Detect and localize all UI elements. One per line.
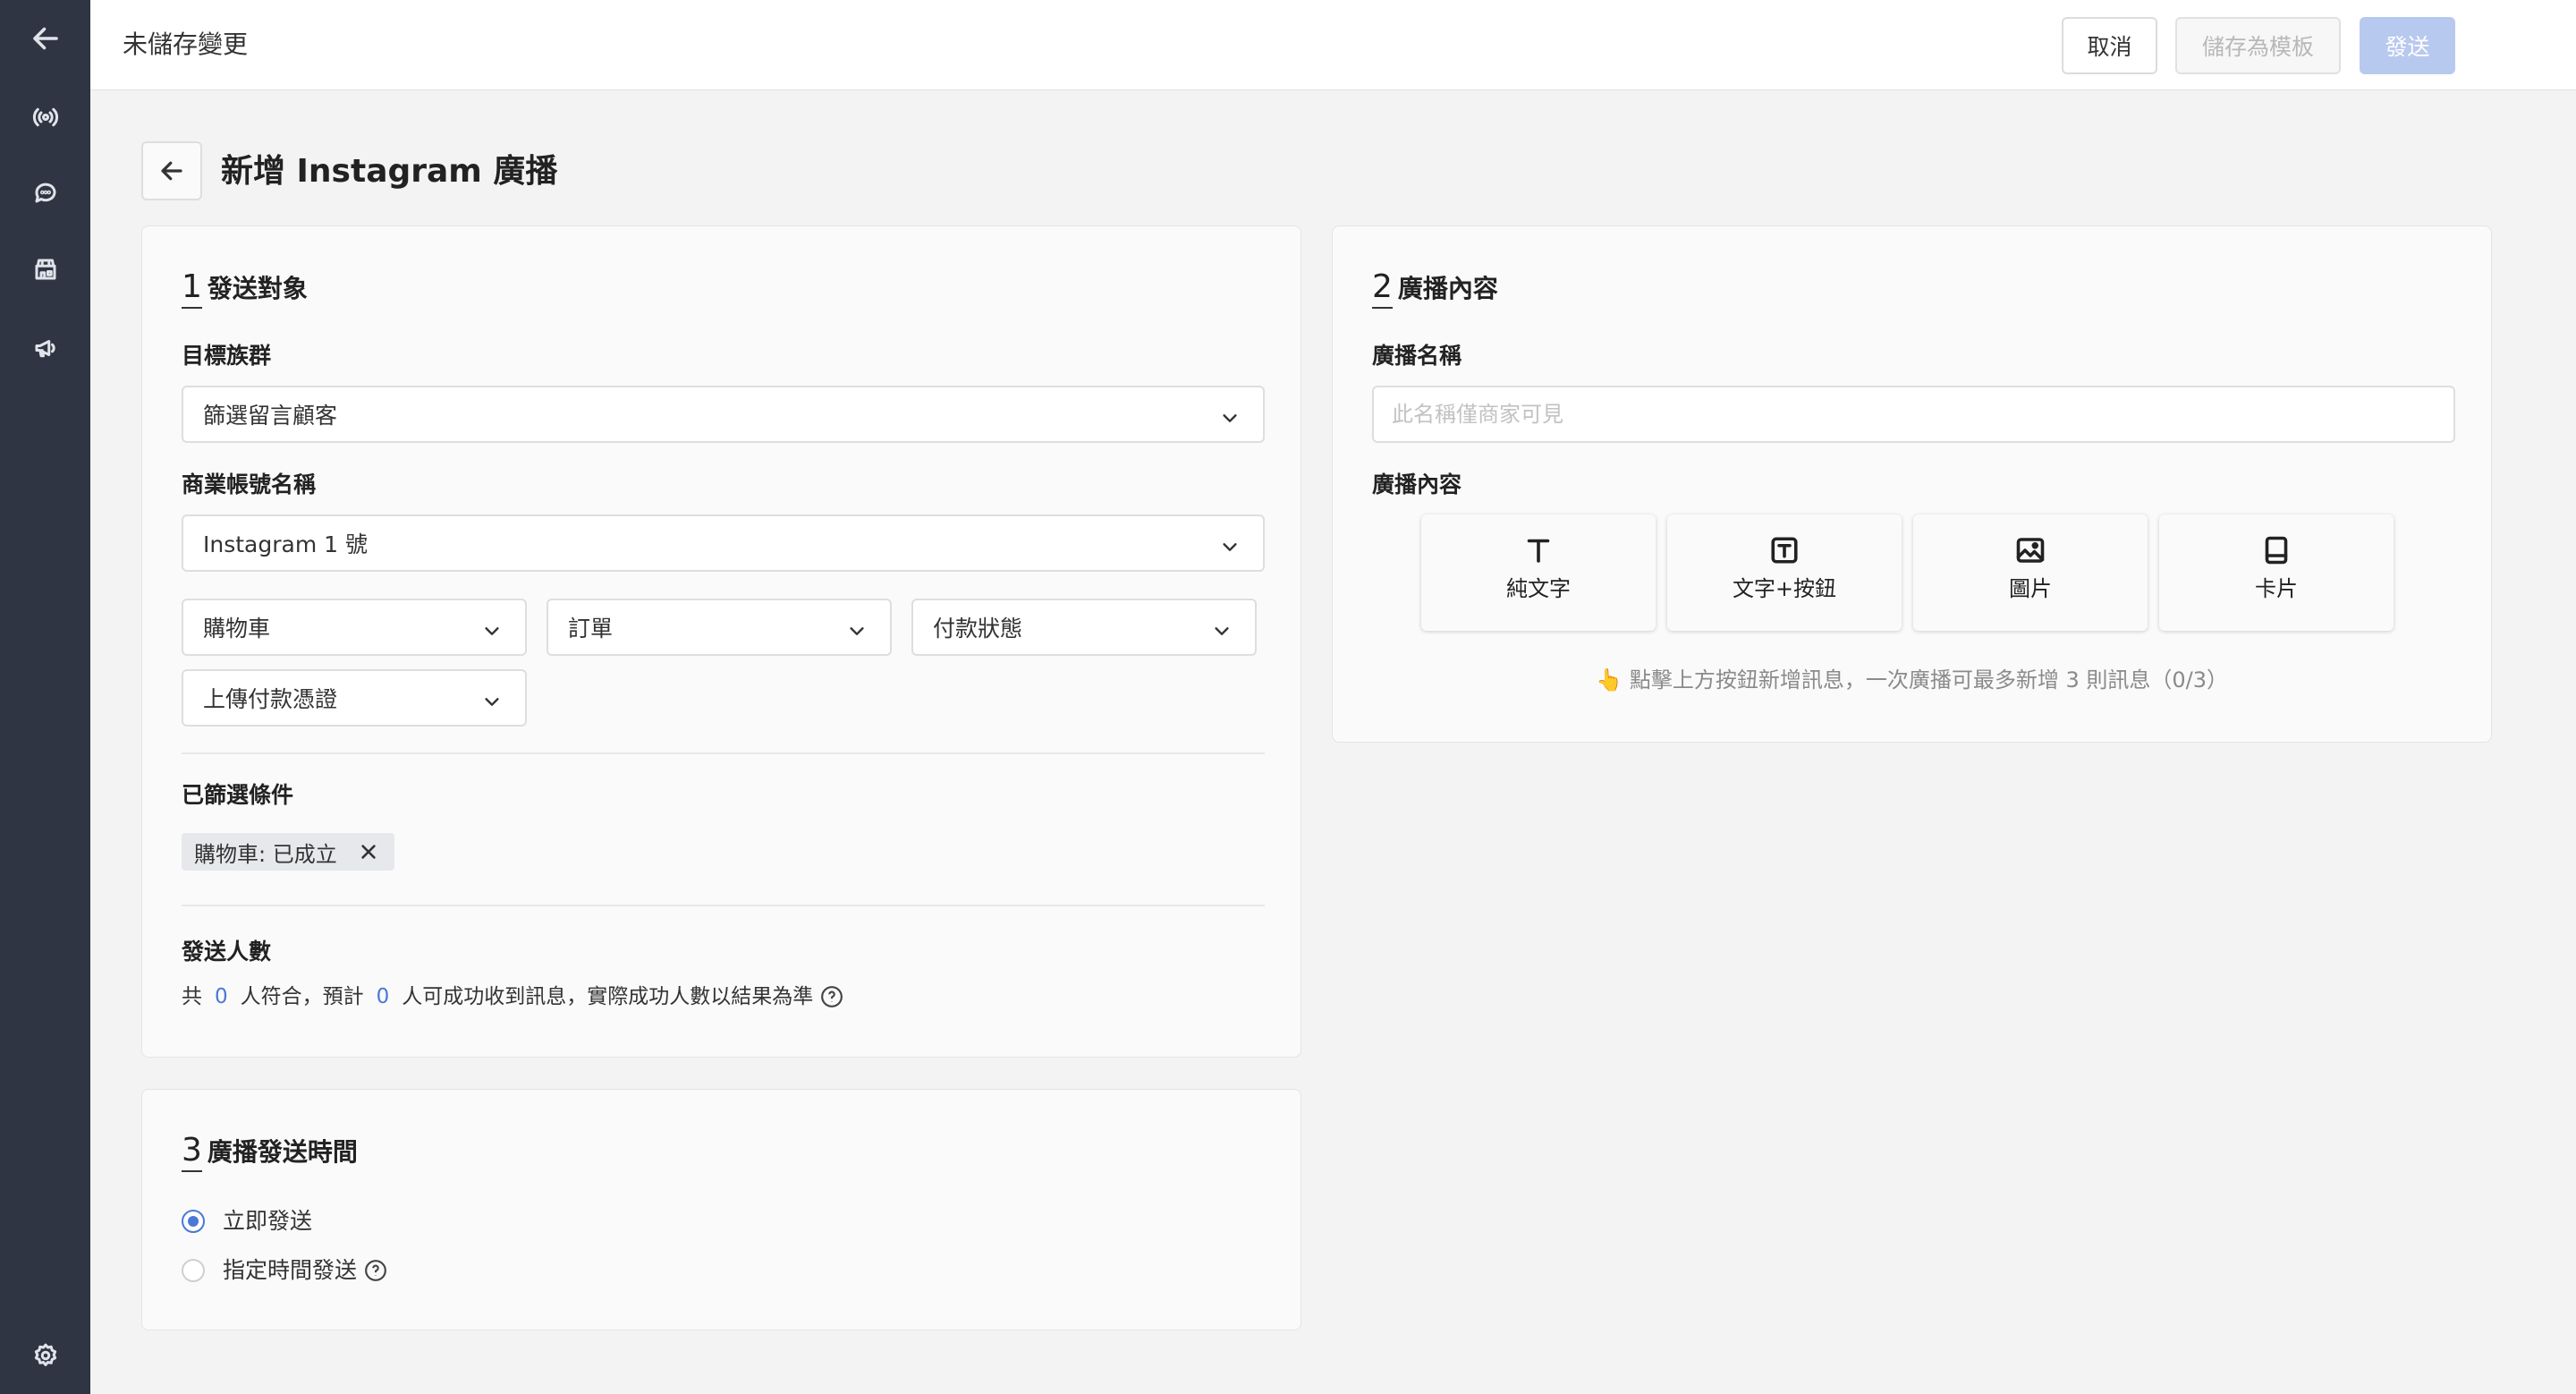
add-card-button[interactable]: 卡片 bbox=[2159, 514, 2394, 631]
broadcast-content-label: 廣播內容 bbox=[1372, 472, 1462, 497]
filter-order-select[interactable]: 訂單 bbox=[547, 599, 892, 656]
section-number: 3 bbox=[182, 1133, 202, 1172]
unsaved-changes-title: 未儲存變更 bbox=[123, 30, 249, 59]
chevron-down-icon bbox=[1212, 620, 1232, 640]
broadcast-name-input[interactable] bbox=[1372, 386, 2455, 443]
text-icon bbox=[1522, 534, 1555, 566]
add-text-button-button[interactable]: 文字+按鈕 bbox=[1667, 514, 1902, 631]
broadcast-name-label: 廣播名稱 bbox=[1372, 343, 1462, 369]
expected-count: 0 bbox=[376, 985, 390, 1008]
business-account-label: 商業帳號名稱 bbox=[182, 472, 317, 497]
section-number: 2 bbox=[1372, 269, 1393, 309]
section-3-title: 3 廣播發送時間 bbox=[182, 1133, 358, 1172]
count-suffix: 人可成功收到訊息，實際成功人數以結果為準 bbox=[402, 985, 814, 1008]
filter-tag: 購物車: 已成立 bbox=[182, 833, 394, 871]
content-type-label: 純文字 bbox=[1506, 576, 1571, 601]
business-account-value: Instagram 1 號 bbox=[203, 531, 368, 557]
chevron-down-icon bbox=[1220, 536, 1240, 556]
radio-unselected[interactable] bbox=[182, 1259, 205, 1282]
chevron-down-icon bbox=[1220, 407, 1240, 427]
count-mid: 人符合，預計 bbox=[240, 985, 364, 1008]
card-icon bbox=[2260, 534, 2292, 566]
filter-label: 付款狀態 bbox=[933, 616, 1023, 642]
help-icon[interactable] bbox=[364, 1259, 387, 1282]
section-label: 發送對象 bbox=[207, 274, 308, 303]
cancel-button[interactable]: 取消 bbox=[2062, 17, 2157, 74]
sidebar-broadcast-icon[interactable] bbox=[0, 86, 90, 149]
scheduled-send-label: 指定時間發送 bbox=[223, 1257, 358, 1283]
matched-count: 0 bbox=[215, 985, 228, 1008]
filter-label: 購物車 bbox=[203, 616, 271, 642]
content-type-label: 圖片 bbox=[2009, 576, 2052, 601]
recipient-count-label: 發送人數 bbox=[182, 939, 272, 965]
section-label: 廣播內容 bbox=[1397, 274, 1498, 303]
filter-label: 上傳付款憑證 bbox=[203, 686, 338, 712]
recipients-card: 1 發送對象 目標族群 篩選留言顧客 商業帳號名稱 Instagram 1 號 … bbox=[141, 225, 1301, 1058]
add-message-hint: 👆 點擊上方按鈕新增訊息，一次廣播可最多新增 3 則訊息（0/3） bbox=[1333, 665, 2491, 695]
selected-conditions-label: 已篩選條件 bbox=[182, 782, 294, 808]
filter-payment-status-select[interactable]: 付款狀態 bbox=[911, 599, 1257, 656]
target-group-label: 目標族群 bbox=[182, 343, 272, 369]
broadcast-icon bbox=[32, 107, 58, 127]
chat-icon bbox=[34, 183, 55, 203]
shop-icon bbox=[35, 259, 55, 280]
target-group-value: 篩選留言顧客 bbox=[203, 403, 338, 429]
add-image-button[interactable]: 圖片 bbox=[1913, 514, 2148, 631]
filter-label: 訂單 bbox=[568, 616, 614, 642]
recipient-count-text: 共 0 人符合，預計 0 人可成功收到訊息，實際成功人數以結果為準 bbox=[182, 982, 843, 1012]
help-icon[interactable] bbox=[820, 985, 843, 1008]
chevron-down-icon bbox=[482, 691, 502, 710]
divider bbox=[182, 752, 1265, 754]
section-number: 1 bbox=[182, 269, 202, 309]
send-now-option[interactable]: 立即發送 bbox=[182, 1206, 312, 1237]
close-icon[interactable] bbox=[359, 842, 378, 862]
filter-tag-label: 購物車: 已成立 bbox=[194, 841, 337, 867]
target-group-select[interactable]: 篩選留言顧客 bbox=[182, 386, 1265, 443]
chevron-down-icon bbox=[482, 620, 502, 640]
image-icon bbox=[2014, 534, 2046, 566]
chevron-down-icon bbox=[847, 620, 867, 640]
filter-payment-proof-select[interactable]: 上傳付款憑證 bbox=[182, 669, 527, 727]
send-time-card: 3 廣播發送時間 立即發送 指定時間發送 bbox=[141, 1089, 1301, 1330]
filter-cart-select[interactable]: 購物車 bbox=[182, 599, 527, 656]
arrow-left-icon bbox=[161, 161, 182, 181]
page-back-button[interactable] bbox=[141, 141, 202, 200]
hint-text: 點擊上方按鈕新增訊息，一次廣播可最多新增 3 則訊息（0/3） bbox=[1629, 667, 2229, 693]
pointing-hand-icon: 👆 bbox=[1595, 667, 1623, 693]
content-type-label: 卡片 bbox=[2255, 576, 2298, 601]
sidebar bbox=[0, 0, 90, 1394]
divider bbox=[182, 905, 1265, 906]
section-2-title: 2 廣播內容 bbox=[1372, 269, 1498, 309]
settings-gear-icon bbox=[34, 1343, 56, 1366]
page-title: 新增 Instagram 廣播 bbox=[221, 153, 558, 190]
megaphone-icon bbox=[35, 340, 55, 358]
text-box-icon bbox=[1768, 534, 1801, 566]
content-type-label: 文字+按鈕 bbox=[1732, 576, 1837, 601]
add-plain-text-button[interactable]: 純文字 bbox=[1421, 514, 1656, 631]
count-prefix: 共 bbox=[182, 985, 202, 1008]
scheduled-send-option[interactable]: 指定時間發送 bbox=[182, 1255, 387, 1286]
sidebar-shop-icon[interactable] bbox=[0, 238, 90, 301]
send-button[interactable]: 發送 bbox=[2360, 17, 2455, 74]
send-now-label: 立即發送 bbox=[223, 1208, 313, 1234]
save-as-template-button[interactable]: 儲存為模板 bbox=[2175, 17, 2341, 74]
section-label: 廣播發送時間 bbox=[207, 1137, 358, 1167]
sidebar-chat-icon[interactable] bbox=[0, 161, 90, 224]
arrow-left-icon bbox=[32, 27, 58, 50]
sidebar-back-icon[interactable] bbox=[0, 7, 90, 70]
business-account-select[interactable]: Instagram 1 號 bbox=[182, 514, 1265, 572]
sidebar-megaphone-icon[interactable] bbox=[0, 317, 90, 379]
sidebar-settings-icon[interactable] bbox=[0, 1324, 90, 1387]
radio-selected[interactable] bbox=[182, 1210, 205, 1233]
section-1-title: 1 發送對象 bbox=[182, 269, 308, 309]
content-card: 2 廣播內容 廣播名稱 廣播內容 純文字 文字+按鈕 圖片 卡片 👆點擊上方按鈕… bbox=[1332, 225, 2492, 743]
